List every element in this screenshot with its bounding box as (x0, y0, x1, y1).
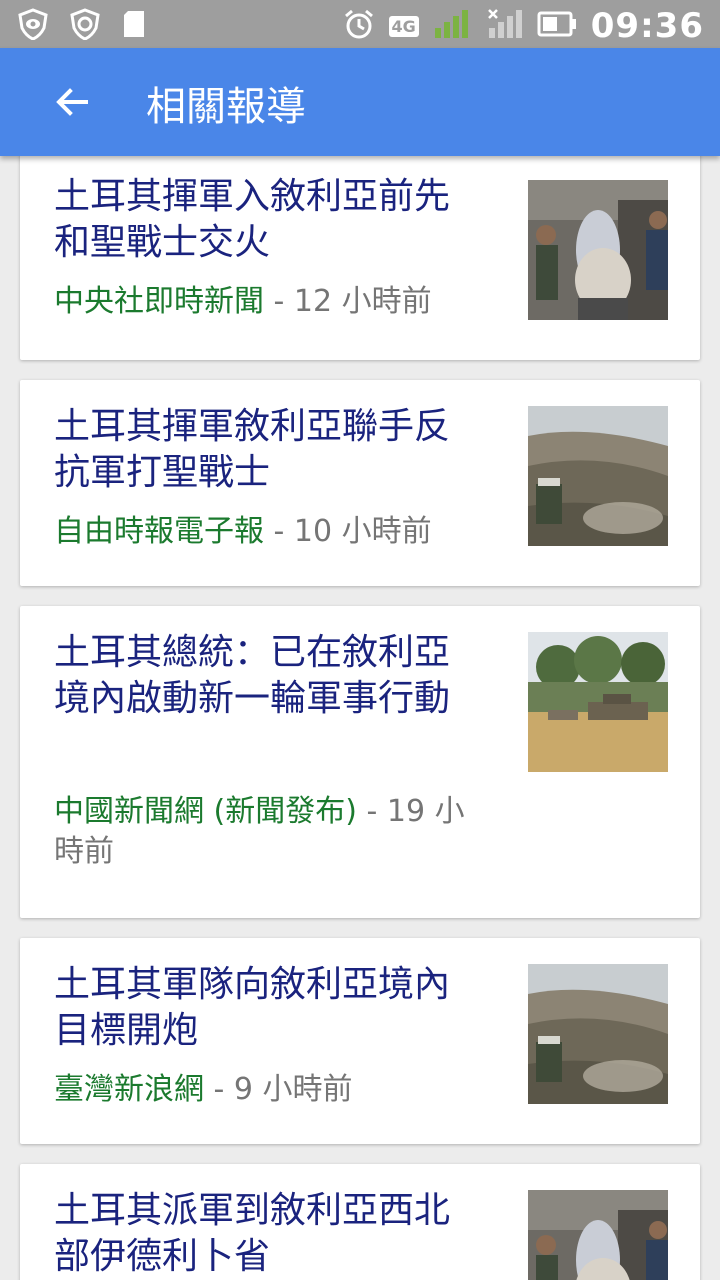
battery-icon (537, 10, 577, 42)
article-source[interactable]: 臺灣新浪網 (54, 1072, 204, 1107)
article-source[interactable]: 中央社即時新聞 (54, 284, 264, 319)
article-thumbnail[interactable] (528, 964, 668, 1104)
status-bar: 4G 09:36 (0, 0, 720, 48)
article-card[interactable]: 土耳其軍隊向敘利亞境內目標開炮 臺灣新浪網 - 9 小時前 (20, 938, 700, 1144)
page-title: 相關報導 (146, 84, 306, 130)
article-thumbnail[interactable] (528, 180, 668, 320)
article-title[interactable]: 土耳其揮軍入敘利亞前先和聖戰士交火 (54, 174, 484, 266)
back-arrow-icon[interactable] (52, 82, 92, 122)
eye-shield-icon (18, 8, 48, 44)
no-signal-icon (487, 8, 523, 44)
article-title[interactable]: 土耳其總統：已在敘利亞境內啟動新一輪軍事行動 (54, 630, 484, 722)
article-meta: 臺灣新浪網 - 9 小時前 (54, 1070, 504, 1110)
alarm-icon (343, 8, 375, 44)
article-source[interactable]: 自由時報電子報 (54, 514, 264, 549)
article-meta: 自由時報電子報 - 10 小時前 (54, 512, 504, 552)
article-age: - 10 小時前 (273, 514, 432, 549)
article-thumbnail[interactable] (528, 406, 668, 546)
article-meta: 中國新聞網 (新聞發布) - 19 小時前 (54, 792, 494, 872)
network-type-label: 4G (388, 15, 419, 37)
article-card[interactable]: 土耳其總統：已在敘利亞境內啟動新一輪軍事行動 中國新聞網 (新聞發布) - 19… (20, 606, 700, 918)
clock: 09:36 (590, 6, 704, 46)
shield-icon (70, 8, 100, 44)
article-title[interactable]: 土耳其派軍到敘利亞西北部伊德利卜省 (54, 1188, 484, 1280)
signal-strength-icon (433, 8, 473, 44)
app-bar: 相關報導 (0, 48, 720, 156)
article-title[interactable]: 土耳其軍隊向敘利亞境內目標開炮 (54, 962, 484, 1054)
article-title[interactable]: 土耳其揮軍敘利亞聯手反抗軍打聖戰士 (54, 404, 484, 496)
article-age: - 12 小時前 (273, 284, 432, 319)
article-card[interactable]: 土耳其派軍到敘利亞西北部伊德利卜省 (20, 1164, 700, 1280)
article-card[interactable]: 土耳其揮軍敘利亞聯手反抗軍打聖戰士 自由時報電子報 - 10 小時前 (20, 380, 700, 586)
article-meta: 中央社即時新聞 - 12 小時前 (54, 282, 504, 322)
article-list[interactable]: 土耳其揮軍入敘利亞前先和聖戰士交火 中央社即時新聞 - 12 小時前 土耳其揮軍… (0, 156, 720, 1280)
article-source[interactable]: 中國新聞網 (新聞發布) (54, 794, 357, 829)
article-card[interactable]: 土耳其揮軍入敘利亞前先和聖戰士交火 中央社即時新聞 - 12 小時前 (20, 156, 700, 360)
article-thumbnail[interactable] (528, 1190, 668, 1280)
sd-card-icon (122, 9, 146, 43)
article-thumbnail[interactable] (528, 632, 668, 772)
article-age: - 9 小時前 (213, 1072, 353, 1107)
